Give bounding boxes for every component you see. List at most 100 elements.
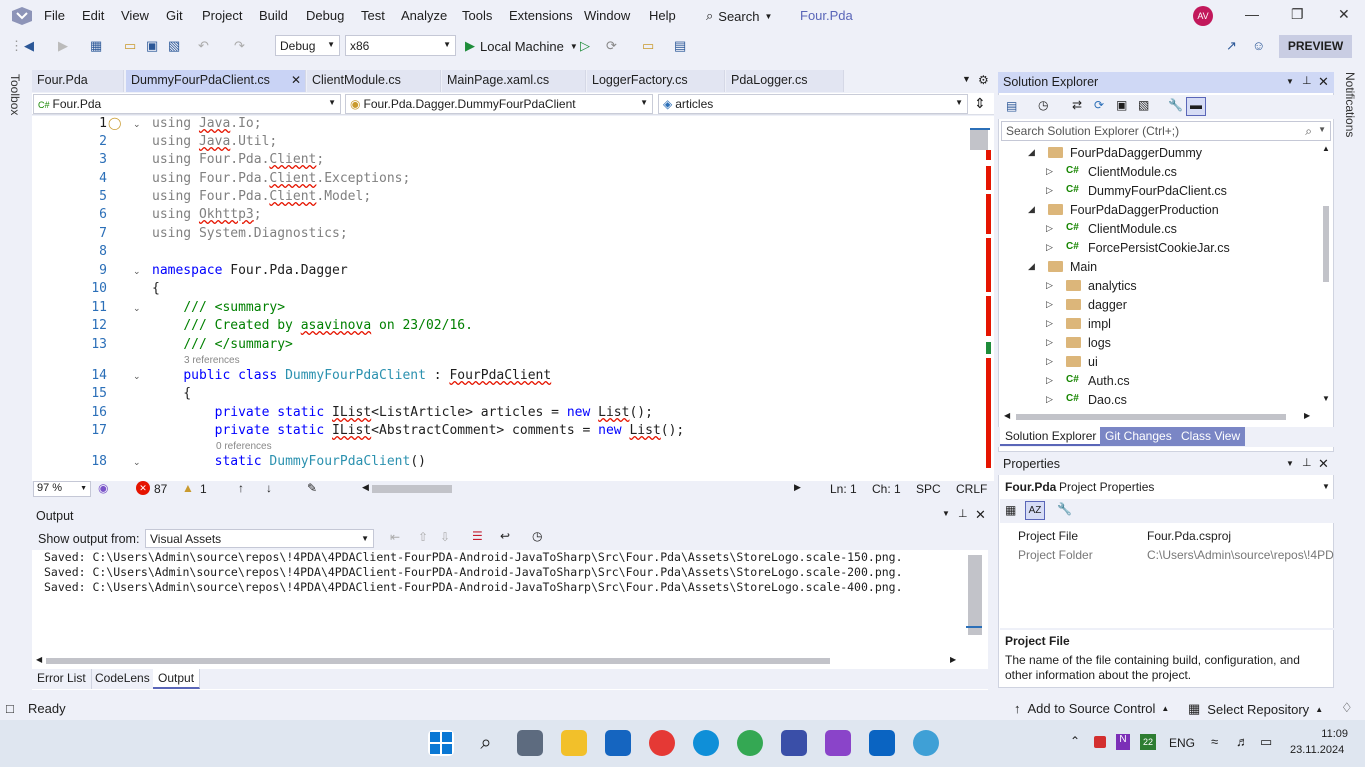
expanded-chevron-icon[interactable]: ◢ — [1028, 204, 1035, 215]
close-tab-icon[interactable]: ✕ — [291, 73, 301, 87]
chevron-down-icon[interactable]: ▼ — [942, 509, 950, 518]
horizontal-scroll-thumb[interactable] — [372, 485, 452, 493]
refresh-icon[interactable]: ⟳ — [1094, 98, 1104, 112]
minimize-icon[interactable]: — — [1245, 6, 1259, 22]
type-dropdown[interactable]: ◉ Four.Pda.Dagger.DummyFourPdaClient ▼ — [345, 94, 653, 114]
scroll-left-icon[interactable]: ◀ — [36, 655, 42, 664]
restore-icon[interactable]: ❐ — [1291, 6, 1304, 23]
collapsed-chevron-icon[interactable]: ▷ — [1046, 242, 1053, 253]
folder-view-icon[interactable]: ▭ — [642, 38, 654, 54]
tray-badge[interactable]: 22 — [1140, 734, 1156, 750]
menu-view[interactable]: View — [121, 8, 149, 23]
fold-chevron-icon[interactable]: ⌄ — [133, 457, 141, 468]
undo-icon[interactable]: ↶ — [198, 38, 209, 54]
close-icon[interactable]: ✕ — [1318, 456, 1329, 472]
volume-icon[interactable]: ♬ — [1236, 734, 1249, 749]
properties-object-select[interactable]: Four.Pda Project Properties ▼ — [1000, 477, 1334, 497]
clear-all-icon[interactable]: ☰ — [472, 529, 483, 543]
split-editor-icon[interactable]: ⇕ — [974, 95, 986, 112]
pin-icon[interactable]: ⊥ — [1302, 74, 1312, 87]
preview-selected-icon[interactable]: ▬ — [1186, 97, 1206, 116]
output-source-select[interactable]: Visual Assets ▼ — [145, 529, 374, 548]
search-button[interactable]: ⌕ Search ▼ — [706, 8, 772, 24]
output-scrollbar[interactable] — [962, 550, 988, 665]
sync-icon[interactable]: ⇄ — [1072, 98, 1082, 112]
scroll-right-icon[interactable]: ▶ — [1304, 411, 1310, 420]
warning-count[interactable]: 1 — [200, 482, 207, 496]
menu-help[interactable]: Help — [649, 8, 676, 23]
word-wrap-icon[interactable]: ↩ — [500, 529, 510, 543]
toolbox-label[interactable]: Toolbox — [8, 74, 22, 115]
app-icon[interactable] — [913, 730, 939, 756]
collapsed-chevron-icon[interactable]: ▷ — [1046, 223, 1053, 234]
task-view-icon[interactable] — [517, 730, 543, 756]
tab-class-view[interactable]: Class View — [1176, 427, 1246, 446]
solution-hscroll[interactable]: ◀ ▶ — [1000, 411, 1320, 423]
menu-project[interactable]: Project — [202, 8, 242, 23]
warning-icon[interactable]: ▲ — [182, 481, 194, 495]
collapsed-chevron-icon[interactable]: ▷ — [1046, 166, 1053, 177]
categorized-icon[interactable]: ▦ — [1005, 503, 1016, 517]
expanded-chevron-icon[interactable]: ◢ — [1028, 261, 1035, 272]
config-select[interactable]: Debug ▼ — [275, 35, 340, 56]
codelens-references[interactable]: 3 references — [184, 355, 240, 366]
edge-icon[interactable] — [693, 730, 719, 756]
add-to-source-control-button[interactable]: ↑ Add to Source Control ▲ — [1014, 701, 1169, 716]
tab-overflow-icon[interactable]: ▼ — [962, 74, 971, 84]
properties-wrench-icon[interactable]: 🔧 — [1168, 98, 1183, 112]
collapsed-chevron-icon[interactable]: ▷ — [1046, 299, 1053, 310]
tab-solution-explorer[interactable]: Solution Explorer — [1000, 427, 1102, 446]
tab-client-module[interactable]: ClientModule.cs — [307, 70, 441, 92]
scroll-right-icon[interactable]: ▶ — [950, 655, 956, 664]
preview-button[interactable]: PREVIEW — [1279, 35, 1352, 58]
open-folder-icon[interactable]: ▭ — [124, 38, 136, 54]
editor-scrollbar[interactable] — [968, 116, 994, 481]
collapse-all-icon[interactable]: ▣ — [1116, 98, 1127, 112]
menu-debug[interactable]: Debug — [306, 8, 344, 23]
pin-icon[interactable]: ⊥ — [1302, 456, 1312, 469]
output-text[interactable]: Saved: C:\Users\Admin\source\repos\!4PDA… — [32, 550, 962, 595]
collapsed-chevron-icon[interactable]: ▷ — [1046, 318, 1053, 329]
collapsed-chevron-icon[interactable]: ▷ — [1046, 337, 1053, 348]
next-message-icon[interactable]: ⇩ — [440, 530, 450, 544]
scroll-up-icon[interactable]: ▲ — [1322, 144, 1330, 153]
switch-views-icon[interactable]: ▤ — [1006, 99, 1017, 113]
scrollbar-thumb[interactable] — [1323, 206, 1329, 282]
pin-icon[interactable]: ⊥ — [958, 507, 968, 520]
chrome-icon[interactable] — [737, 730, 763, 756]
column-indicator[interactable]: Ch: 1 — [872, 482, 901, 496]
line-ending-indicator[interactable]: CRLF — [956, 482, 987, 496]
visual-studio-icon[interactable] — [825, 730, 851, 756]
start-debug-button[interactable]: ▶ Local Machine ▼ — [465, 38, 578, 54]
menu-analyze[interactable]: Analyze — [401, 8, 447, 23]
zoom-select[interactable]: 97 % ▼ — [33, 481, 91, 497]
save-app-icon[interactable] — [781, 730, 807, 756]
menu-tools[interactable]: Tools — [462, 8, 492, 23]
property-pages-wrench-icon[interactable]: 🔧 — [1057, 502, 1072, 516]
property-value[interactable]: C:\Users\Admin\source\repos\!4PD — [1147, 548, 1334, 562]
fold-chevron-icon[interactable]: ⌄ — [133, 371, 141, 382]
menu-extensions[interactable]: Extensions — [509, 8, 573, 23]
copilot-icon[interactable]: ◉ — [98, 481, 108, 495]
go-to-location-icon[interactable]: ⇤ — [390, 530, 400, 544]
expanded-chevron-icon[interactable]: ◢ — [1028, 147, 1035, 158]
member-dropdown[interactable]: ◈ articles ▼ — [658, 94, 968, 114]
language-indicator[interactable]: ENG — [1169, 736, 1195, 750]
tab-codelens[interactable]: CodeLens — [90, 669, 156, 689]
chevron-down-icon[interactable]: ▼ — [1286, 77, 1294, 86]
menu-test[interactable]: Test — [361, 8, 385, 23]
solution-scrollbar[interactable]: ▲ ▼ — [1320, 144, 1332, 409]
fold-chevron-icon[interactable]: ⌄ — [133, 303, 141, 314]
history-icon[interactable]: ◷ — [1038, 98, 1048, 112]
menu-git[interactable]: Git — [166, 8, 183, 23]
yandex-browser-icon[interactable] — [649, 730, 675, 756]
previous-issue-icon[interactable]: ↑ — [238, 481, 244, 495]
codelens-references[interactable]: 0 references — [216, 441, 272, 452]
bell-icon[interactable]: ♢ — [1341, 700, 1353, 716]
outlook-icon[interactable] — [869, 730, 895, 756]
show-all-files-icon[interactable]: ▧ — [1138, 98, 1149, 112]
share-icon[interactable]: ↗ — [1226, 38, 1237, 54]
property-value[interactable]: Four.Pda.csproj — [1147, 529, 1231, 543]
tab-error-list[interactable]: Error List — [32, 669, 92, 689]
collapsed-chevron-icon[interactable]: ▷ — [1046, 280, 1053, 291]
